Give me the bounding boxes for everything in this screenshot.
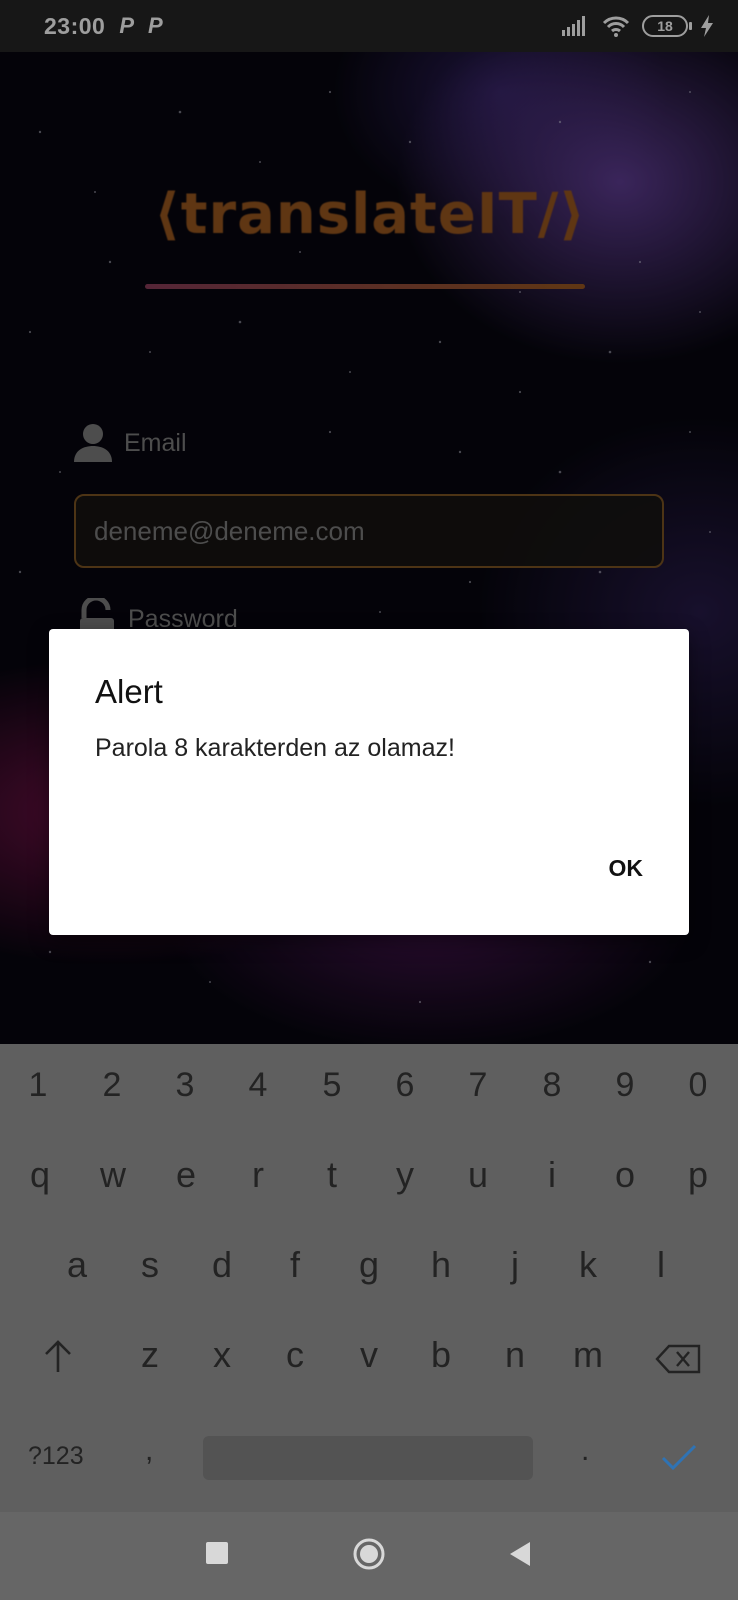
shift-arrow-icon[interactable] bbox=[42, 1340, 74, 1374]
key-9[interactable]: 9 bbox=[595, 1066, 655, 1105]
key-x[interactable]: x bbox=[192, 1334, 252, 1376]
key-u[interactable]: u bbox=[448, 1154, 508, 1196]
key-i[interactable]: i bbox=[522, 1154, 582, 1196]
key-6[interactable]: 6 bbox=[375, 1066, 435, 1105]
key-w[interactable]: w bbox=[83, 1154, 143, 1196]
key-3[interactable]: 3 bbox=[155, 1066, 215, 1105]
key-d[interactable]: d bbox=[192, 1244, 252, 1286]
key-5[interactable]: 5 bbox=[302, 1066, 362, 1105]
navigation-bar bbox=[0, 1512, 738, 1600]
key-y[interactable]: y bbox=[375, 1154, 435, 1196]
key-m[interactable]: m bbox=[558, 1334, 618, 1376]
key-0[interactable]: 0 bbox=[668, 1066, 728, 1105]
dialog-title: Alert bbox=[95, 673, 163, 710]
key-g[interactable]: g bbox=[339, 1244, 399, 1286]
key-j[interactable]: j bbox=[485, 1244, 545, 1286]
key-4[interactable]: 4 bbox=[228, 1066, 288, 1105]
key-c[interactable]: c bbox=[265, 1334, 325, 1376]
key-p[interactable]: p bbox=[668, 1154, 728, 1196]
keyboard-row-zxcv: z x c v b n m bbox=[0, 1312, 738, 1402]
key-b[interactable]: b bbox=[411, 1334, 471, 1376]
key-t[interactable]: t bbox=[302, 1154, 362, 1196]
comma-key[interactable]: , bbox=[145, 1434, 153, 1468]
key-r[interactable]: r bbox=[228, 1154, 288, 1196]
space-bar[interactable] bbox=[203, 1436, 533, 1480]
key-2[interactable]: 2 bbox=[82, 1066, 142, 1105]
recent-apps-square-icon[interactable] bbox=[206, 1542, 228, 1564]
key-z[interactable]: z bbox=[120, 1334, 180, 1376]
keyboard-row-qwerty: q w e r t y u i o p bbox=[0, 1132, 738, 1222]
soft-keyboard: 1 2 3 4 5 6 7 8 9 0 q w e r t y u i o p … bbox=[0, 1044, 738, 1512]
key-l[interactable]: l bbox=[631, 1244, 691, 1286]
keyboard-row-asdf: a s d f g h j k l bbox=[0, 1222, 738, 1312]
symbols-key[interactable]: ?123 bbox=[28, 1442, 84, 1471]
key-q[interactable]: q bbox=[10, 1154, 70, 1196]
key-f[interactable]: f bbox=[265, 1244, 325, 1286]
alert-dialog: Alert Parola 8 karakterden az olamaz! OK bbox=[49, 629, 689, 935]
ok-button[interactable]: OK bbox=[609, 855, 644, 882]
backspace-icon[interactable] bbox=[655, 1344, 701, 1374]
back-triangle-icon[interactable] bbox=[508, 1540, 532, 1568]
key-n[interactable]: n bbox=[485, 1334, 545, 1376]
key-1[interactable]: 1 bbox=[8, 1066, 68, 1105]
key-e[interactable]: e bbox=[156, 1154, 216, 1196]
key-s[interactable]: s bbox=[120, 1244, 180, 1286]
home-circle-icon[interactable] bbox=[352, 1537, 386, 1571]
keyboard-number-row: 1 2 3 4 5 6 7 8 9 0 bbox=[0, 1044, 738, 1134]
key-a[interactable]: a bbox=[47, 1244, 107, 1286]
key-o[interactable]: o bbox=[595, 1154, 655, 1196]
key-7[interactable]: 7 bbox=[448, 1066, 508, 1105]
period-key[interactable]: . bbox=[581, 1434, 589, 1468]
key-8[interactable]: 8 bbox=[522, 1066, 582, 1105]
key-v[interactable]: v bbox=[339, 1334, 399, 1376]
check-icon[interactable] bbox=[661, 1444, 697, 1472]
dialog-message: Parola 8 karakterden az olamaz! bbox=[95, 734, 455, 762]
key-h[interactable]: h bbox=[411, 1244, 471, 1286]
key-k[interactable]: k bbox=[558, 1244, 618, 1286]
